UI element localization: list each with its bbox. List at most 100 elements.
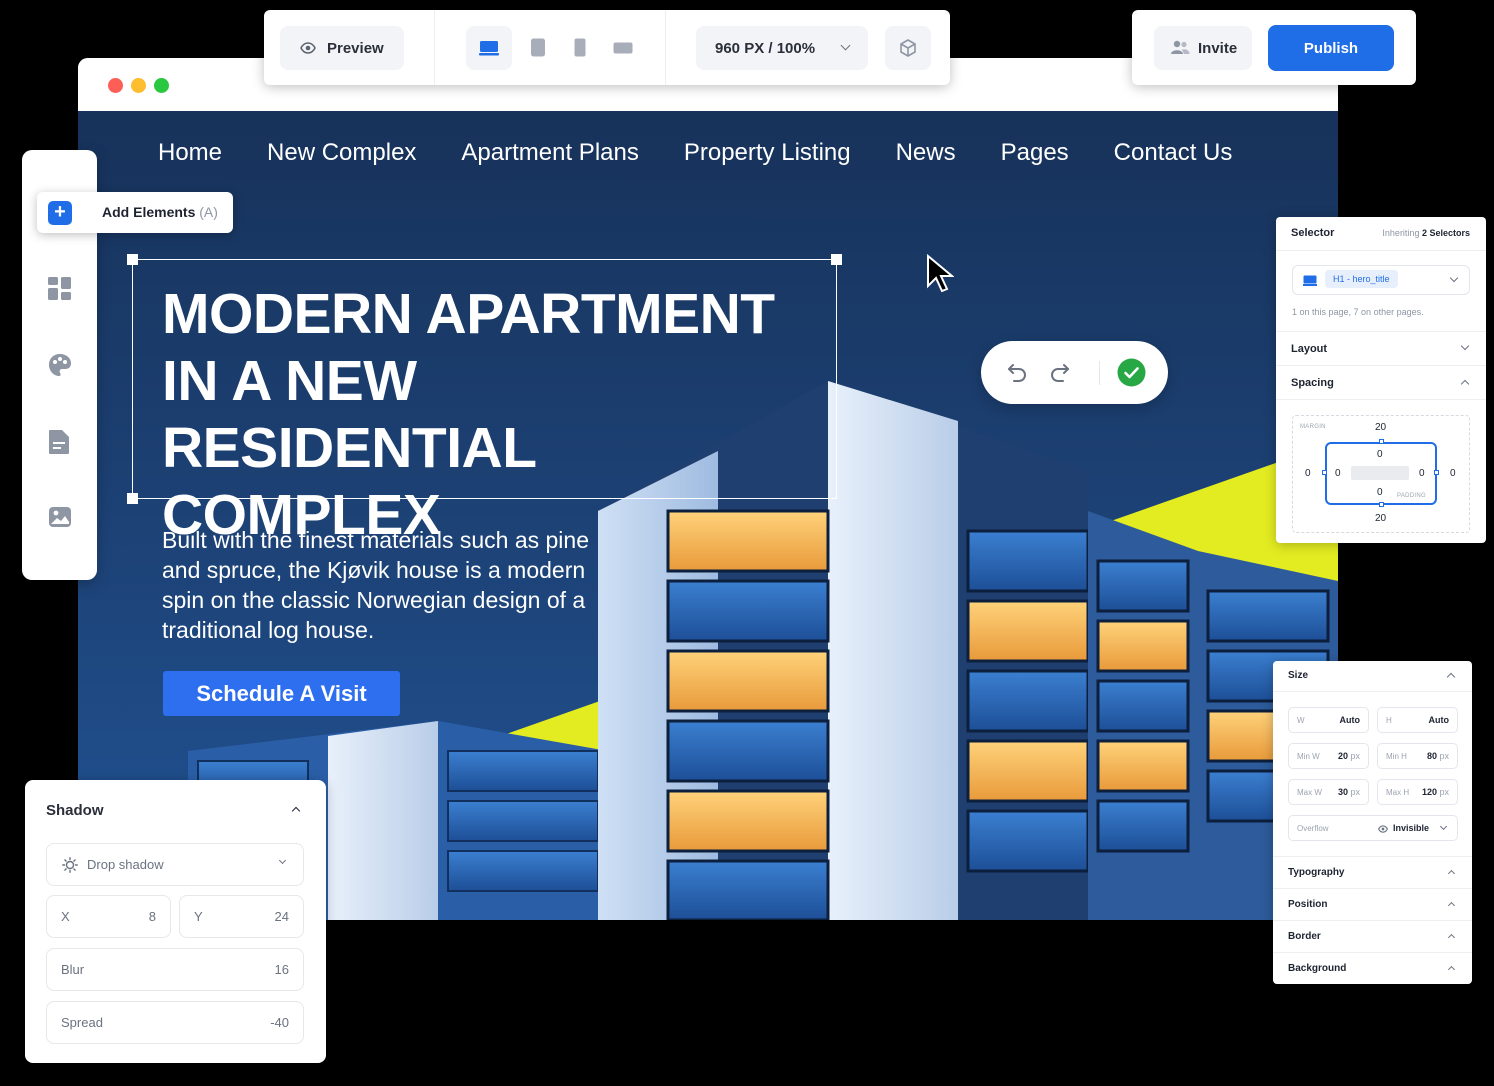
mobile-landscape-icon[interactable] bbox=[613, 42, 633, 54]
desktop-icon bbox=[1303, 275, 1317, 286]
3d-view-button[interactable] bbox=[885, 26, 931, 70]
shadow-x-value: 8 bbox=[148, 909, 156, 924]
divider bbox=[1276, 250, 1486, 251]
shadow-type-dropdown[interactable]: Drop shadow bbox=[46, 843, 304, 886]
hero-description: Built with the finest materials such as … bbox=[162, 527, 589, 643]
border-label: Border bbox=[1288, 931, 1321, 942]
position-section[interactable]: Position bbox=[1273, 888, 1472, 920]
users-icon bbox=[1171, 40, 1190, 54]
schedule-visit-button[interactable]: Schedule A Visit bbox=[163, 671, 400, 716]
grid-icon[interactable] bbox=[48, 277, 71, 300]
nav-pages[interactable]: Pages bbox=[1001, 139, 1069, 167]
undo-icon[interactable] bbox=[1005, 360, 1029, 384]
spacing-section[interactable]: Spacing bbox=[1276, 365, 1486, 399]
padding-handle-right[interactable] bbox=[1434, 470, 1439, 475]
padding-bottom-value[interactable]: 0 bbox=[1377, 487, 1383, 498]
sun-icon bbox=[62, 857, 78, 873]
close-window-button[interactable] bbox=[108, 78, 123, 93]
max-height-number: 120 bbox=[1421, 787, 1437, 797]
chevron-down-icon bbox=[278, 856, 287, 865]
padding-right-value[interactable]: 0 bbox=[1419, 468, 1425, 479]
min-width-field[interactable]: Min W 20 px bbox=[1288, 743, 1369, 769]
preview-label: Preview bbox=[327, 40, 384, 57]
spacing-label: Spacing bbox=[1291, 377, 1334, 389]
padding-top-value[interactable]: 0 bbox=[1377, 449, 1383, 460]
history-toolbar bbox=[981, 341, 1168, 404]
resize-handle-tl[interactable] bbox=[127, 254, 138, 265]
invite-button[interactable]: Invite bbox=[1154, 26, 1252, 70]
margin-right-value[interactable]: 0 bbox=[1450, 468, 1456, 479]
preview-button[interactable]: Preview bbox=[280, 26, 404, 70]
resize-handle-bl[interactable] bbox=[127, 493, 138, 504]
max-width-label: Max W bbox=[1297, 788, 1322, 797]
max-width-number: 30 bbox=[1337, 787, 1348, 797]
device-desktop-button[interactable] bbox=[466, 26, 512, 70]
nav-contact-us[interactable]: Contact Us bbox=[1114, 139, 1233, 167]
image-icon[interactable] bbox=[48, 506, 72, 528]
margin-label: MARGIN bbox=[1300, 424, 1326, 430]
document-icon[interactable] bbox=[48, 429, 70, 455]
min-height-field[interactable]: Min H 80 px bbox=[1377, 743, 1458, 769]
chevron-up-icon bbox=[1447, 869, 1456, 878]
padding-handle-top[interactable] bbox=[1379, 439, 1384, 444]
margin-bottom-value[interactable]: 20 bbox=[1375, 513, 1386, 524]
add-elements-button[interactable]: + Add Elements (A) bbox=[37, 192, 233, 233]
nav-property-listing[interactable]: Property Listing bbox=[684, 139, 851, 167]
nav-apartment-plans[interactable]: Apartment Plans bbox=[461, 139, 638, 167]
chevron-down-icon bbox=[1439, 822, 1448, 831]
divider bbox=[665, 10, 666, 85]
size-title: Size bbox=[1288, 670, 1309, 681]
divider bbox=[1276, 399, 1486, 400]
maximize-window-button[interactable] bbox=[154, 78, 169, 93]
shadow-y-field[interactable]: Y 24 bbox=[179, 895, 304, 938]
inheriting-prefix: Inheriting bbox=[1382, 228, 1420, 238]
content-box bbox=[1351, 466, 1409, 480]
border-section[interactable]: Border bbox=[1273, 920, 1472, 952]
nav-new-complex[interactable]: New Complex bbox=[267, 139, 416, 167]
width-field[interactable]: W Auto bbox=[1288, 707, 1369, 733]
usage-note: 1 on this page, 7 on other pages. bbox=[1292, 307, 1424, 317]
shadow-section-header[interactable]: Shadow bbox=[25, 780, 326, 834]
selector-dropdown[interactable]: H1 - hero_title bbox=[1292, 265, 1470, 295]
margin-left-value[interactable]: 0 bbox=[1305, 468, 1311, 479]
inheriting-note: Inheriting 2 Selectors bbox=[1382, 228, 1470, 238]
layout-section[interactable]: Layout bbox=[1276, 331, 1486, 365]
shadow-spread-label: Spread bbox=[61, 1015, 103, 1030]
hero-title[interactable]: MODERN APARTMENT IN A NEW RESIDENTIAL CO… bbox=[162, 281, 802, 549]
divider bbox=[1273, 691, 1472, 692]
height-field[interactable]: H Auto bbox=[1377, 707, 1458, 733]
padding-left-value[interactable]: 0 bbox=[1335, 468, 1341, 479]
shadow-x-field[interactable]: X 8 bbox=[46, 895, 171, 938]
overflow-dropdown[interactable]: Overflow Invisible bbox=[1288, 815, 1458, 841]
max-width-field[interactable]: Max W 30 px bbox=[1288, 779, 1369, 805]
max-height-field[interactable]: Max H 120 px bbox=[1377, 779, 1458, 805]
zoom-dropdown[interactable]: 960 PX / 100% bbox=[696, 26, 868, 70]
inheriting-count: 2 Selectors bbox=[1421, 228, 1470, 238]
padding-handle-bottom[interactable] bbox=[1379, 502, 1384, 507]
padding-handle-left[interactable] bbox=[1322, 470, 1327, 475]
min-height-number: 80 bbox=[1426, 751, 1437, 761]
margin-top-value[interactable]: 20 bbox=[1375, 422, 1386, 433]
background-section[interactable]: Background bbox=[1273, 952, 1472, 984]
nav-home[interactable]: Home bbox=[158, 139, 222, 167]
minimize-window-button[interactable] bbox=[131, 78, 146, 93]
min-height-unit: px bbox=[1439, 751, 1449, 761]
shadow-blur-field[interactable]: Blur 16 bbox=[46, 948, 304, 991]
redo-icon[interactable] bbox=[1048, 360, 1072, 384]
shadow-spread-field[interactable]: Spread -40 bbox=[46, 1001, 304, 1044]
divider bbox=[1099, 361, 1100, 385]
chevron-up-icon bbox=[1447, 965, 1456, 974]
typography-section[interactable]: Typography bbox=[1273, 856, 1472, 888]
desktop-icon bbox=[479, 41, 499, 56]
resize-handle-tr[interactable] bbox=[831, 254, 842, 265]
chevron-up-icon bbox=[291, 806, 301, 816]
nav-news[interactable]: News bbox=[896, 139, 956, 167]
selector-title: Selector bbox=[1291, 227, 1335, 239]
chevron-down-icon bbox=[1449, 273, 1459, 283]
tablet-icon[interactable] bbox=[530, 38, 546, 57]
mobile-icon[interactable] bbox=[574, 38, 586, 57]
palette-icon[interactable] bbox=[48, 353, 72, 377]
size-section-header[interactable]: Size bbox=[1273, 661, 1472, 691]
check-icon[interactable] bbox=[1117, 358, 1146, 387]
publish-button[interactable]: Publish bbox=[1268, 25, 1394, 71]
